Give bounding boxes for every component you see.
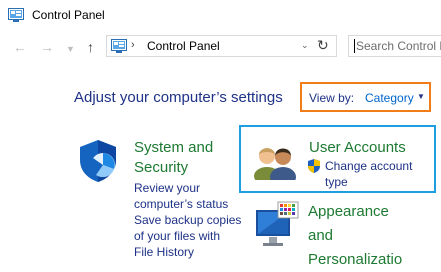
chevron-down-icon[interactable]: ▼: [417, 92, 425, 101]
link-file-history[interactable]: Save backup copies: [134, 212, 241, 228]
link-file-history[interactable]: File History: [134, 244, 241, 260]
breadcrumb-control-panel[interactable]: Control Panel: [147, 39, 220, 53]
control-panel-icon: [8, 8, 24, 22]
category-user-accounts[interactable]: User Accounts Change account type: [239, 125, 436, 193]
category-title[interactable]: System and: [134, 138, 213, 158]
forward-arrow-icon[interactable]: →: [40, 40, 54, 54]
category-appearance-personalization[interactable]: Appearance and Personalizatio: [308, 200, 438, 272]
link-text[interactable]: type: [325, 174, 425, 190]
monitor-icon[interactable]: [252, 200, 300, 250]
system-security-links: Review your computer’s status Save backu…: [134, 180, 241, 260]
search-input[interactable]: [356, 39, 441, 53]
address-dropdown-icon[interactable]: ⌄: [301, 40, 309, 51]
category-title[interactable]: Security: [134, 158, 213, 178]
view-by-selector[interactable]: View by: Category ▼: [300, 82, 431, 112]
refresh-icon[interactable]: ↻: [317, 37, 329, 54]
address-bar[interactable]: › Control Panel ⌄ ↻: [106, 35, 337, 57]
back-arrow-icon[interactable]: ←: [13, 40, 27, 54]
category-title[interactable]: Personalizatio: [308, 248, 438, 272]
page-heading: Adjust your computer’s settings: [74, 89, 283, 106]
uac-shield-icon: [308, 159, 320, 173]
view-by-label: View by:: [309, 91, 355, 105]
users-icon[interactable]: [253, 140, 297, 180]
view-by-dropdown[interactable]: Category: [365, 91, 414, 105]
category-title[interactable]: and: [308, 224, 438, 248]
control-panel-icon: [111, 39, 127, 53]
category-system-security[interactable]: System and Security: [134, 138, 213, 178]
breadcrumb-chevron-icon[interactable]: ›: [131, 39, 135, 51]
search-box[interactable]: [348, 35, 441, 57]
link-file-history[interactable]: of your files with: [134, 228, 241, 244]
link-text[interactable]: Change account: [325, 158, 425, 174]
window-title: Control Panel: [32, 8, 105, 22]
link-review-status[interactable]: computer’s status: [134, 196, 241, 212]
shield-icon[interactable]: [76, 138, 120, 184]
chevron-down-icon[interactable]: ▼: [66, 42, 75, 56]
link-change-account-type[interactable]: Change account type: [325, 158, 425, 190]
up-arrow-icon[interactable]: ↑: [87, 40, 94, 54]
category-title[interactable]: User Accounts: [309, 138, 406, 158]
link-review-status[interactable]: Review your: [134, 180, 241, 196]
category-title[interactable]: Appearance: [308, 200, 438, 224]
text-caret: [354, 39, 355, 53]
